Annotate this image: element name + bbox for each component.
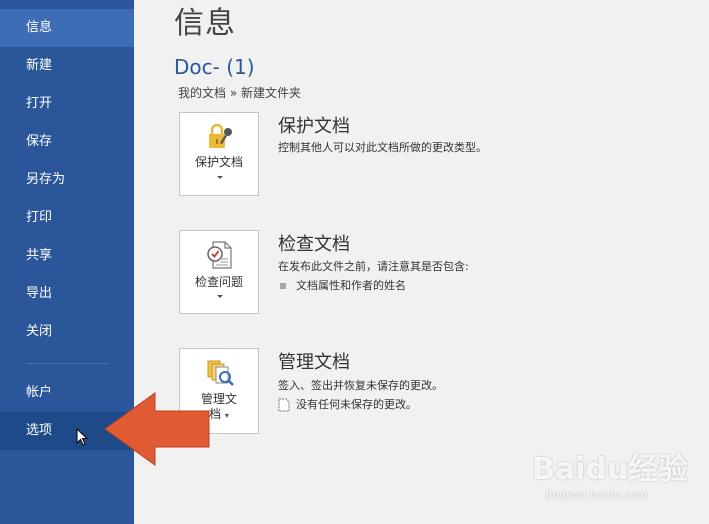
inspect-document-label: 检查问题: [194, 275, 243, 289]
sidebar-item-new[interactable]: 新建: [0, 47, 134, 85]
protect-document-button[interactable]: 保护文档: [179, 112, 259, 196]
manage-document-icon: [207, 360, 234, 386]
sidebar-item-save[interactable]: 保存: [0, 123, 134, 161]
sidebar-item-close[interactable]: 关闭: [0, 313, 134, 351]
inspect-section-title: 检查文档: [278, 234, 350, 255]
arrow-annotation-icon: [104, 392, 210, 466]
inspect-section-description: 在发布此文件之前，请注意其是否包含:: [278, 260, 469, 273]
protect-section-title: 保护文档: [278, 116, 350, 137]
mouse-cursor-icon: [76, 428, 88, 446]
watermark-brand: Baidu经验: [532, 452, 689, 487]
sidebar-divider: [26, 363, 108, 364]
sidebar-item-open[interactable]: 打开: [0, 85, 134, 123]
page-title: 信息: [174, 6, 236, 41]
sidebar-item-print[interactable]: 打印: [0, 199, 134, 237]
sidebar-item-save-as[interactable]: 另存为: [0, 161, 134, 199]
manage-section-description: 签入、签出并恢复未保存的更改。: [278, 379, 443, 392]
lock-key-icon: [209, 123, 232, 148]
list-item: 没有任何未保存的更改。: [278, 396, 417, 412]
sidebar-item-info[interactable]: 信息: [0, 9, 134, 47]
document-name: Doc- (1): [174, 55, 255, 79]
bullet-icon: [280, 283, 286, 289]
watermark-url: jingyan.baidu.com: [546, 488, 648, 501]
inspect-document-button[interactable]: 检查问题: [179, 230, 259, 314]
sidebar-item-share[interactable]: 共享: [0, 237, 134, 275]
manage-section-title: 管理文档: [278, 352, 350, 373]
chevron-down-icon: [217, 295, 223, 298]
chevron-down-icon: ▾: [224, 411, 229, 420]
chevron-down-icon: [217, 176, 223, 179]
protect-document-label: 保护文档: [194, 155, 243, 169]
list-item: 文档属性和作者的姓名: [280, 277, 406, 293]
document-icon: [278, 398, 290, 412]
protect-section-description: 控制其他人可以对此文档所做的更改类型。: [278, 141, 487, 154]
inspect-document-icon: [207, 241, 232, 269]
sidebar-item-export[interactable]: 导出: [0, 275, 134, 313]
manage-note-text: 没有任何未保存的更改。: [296, 398, 417, 411]
breadcrumb[interactable]: 我的文档 » 新建文件夹: [178, 84, 301, 101]
bullet-text: 文档属性和作者的姓名: [296, 279, 406, 292]
baidu-watermark: Baidu经验 jingyan.baidu.com: [532, 440, 702, 510]
